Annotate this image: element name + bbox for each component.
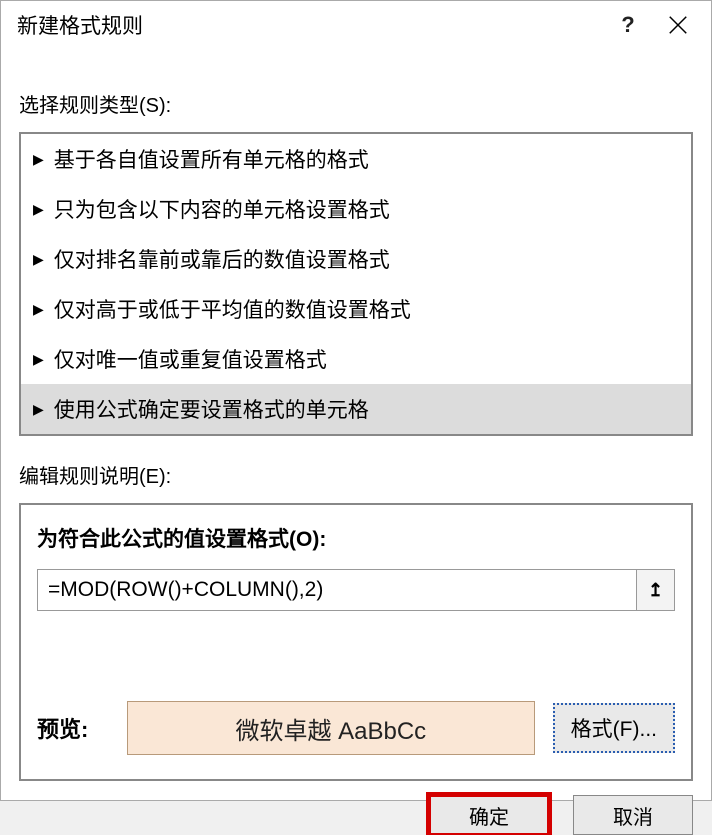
preview-row: 预览: 微软卓越 AaBbCc 格式(F)... (37, 701, 675, 755)
rule-type-item[interactable]: ▶ 只为包含以下内容的单元格设置格式 (21, 184, 691, 234)
formula-input-row: ↥ (37, 569, 675, 611)
rule-type-item[interactable]: ▶ 使用公式确定要设置格式的单元格 (21, 384, 691, 434)
formula-heading: 为符合此公式的值设置格式(O): (37, 523, 675, 553)
triangle-icon: ▶ (33, 401, 44, 418)
triangle-icon: ▶ (33, 151, 44, 168)
ok-button[interactable]: 确定 (429, 795, 549, 835)
format-button[interactable]: 格式(F)... (553, 703, 675, 753)
dialog-content: 选择规则类型(S): ▶ 基于各自值设置所有单元格的格式 ▶ 只为包含以下内容的… (1, 49, 711, 781)
collapse-icon: ↥ (648, 580, 663, 601)
rule-type-label: 使用公式确定要设置格式的单元格 (54, 394, 369, 424)
dialog-window: 新建格式规则 ? 选择规则类型(S): ▶ 基于各自值设置所有单元格的格式 ▶ … (0, 0, 712, 801)
rule-type-label: 仅对排名靠前或靠后的数值设置格式 (54, 244, 390, 274)
dialog-title: 新建格式规则 (17, 10, 603, 40)
rule-type-item[interactable]: ▶ 仅对排名靠前或靠后的数值设置格式 (21, 234, 691, 284)
rule-type-item[interactable]: ▶ 仅对高于或低于平均值的数值设置格式 (21, 284, 691, 334)
rule-type-item[interactable]: ▶ 基于各自值设置所有单元格的格式 (21, 134, 691, 184)
preview-label: 预览: (37, 712, 109, 744)
select-rule-type-label: 选择规则类型(S): (19, 89, 693, 118)
rule-type-item[interactable]: ▶ 仅对唯一值或重复值设置格式 (21, 334, 691, 384)
cancel-button[interactable]: 取消 (573, 795, 693, 835)
close-icon (667, 14, 689, 36)
preview-sample: 微软卓越 AaBbCc (127, 701, 535, 755)
titlebar: 新建格式规则 ? (1, 1, 711, 49)
edit-rule-panel: 为符合此公式的值设置格式(O): ↥ 预览: 微软卓越 AaBbCc 格式(F)… (19, 503, 693, 781)
triangle-icon: ▶ (33, 201, 44, 218)
close-button[interactable] (653, 1, 703, 49)
triangle-icon: ▶ (33, 351, 44, 368)
rule-type-label: 基于各自值设置所有单元格的格式 (54, 144, 369, 174)
rule-type-label: 只为包含以下内容的单元格设置格式 (54, 194, 390, 224)
collapse-dialog-button[interactable]: ↥ (636, 570, 674, 610)
dialog-button-row: 确定 取消 (1, 781, 711, 835)
triangle-icon: ▶ (33, 251, 44, 268)
triangle-icon: ▶ (33, 301, 44, 318)
rule-type-label: 仅对高于或低于平均值的数值设置格式 (54, 294, 411, 324)
rule-type-list: ▶ 基于各自值设置所有单元格的格式 ▶ 只为包含以下内容的单元格设置格式 ▶ 仅… (19, 132, 693, 436)
edit-rule-description-label: 编辑规则说明(E): (19, 460, 693, 489)
help-button[interactable]: ? (603, 1, 653, 49)
rule-type-label: 仅对唯一值或重复值设置格式 (54, 344, 327, 374)
formula-input[interactable] (38, 570, 636, 610)
